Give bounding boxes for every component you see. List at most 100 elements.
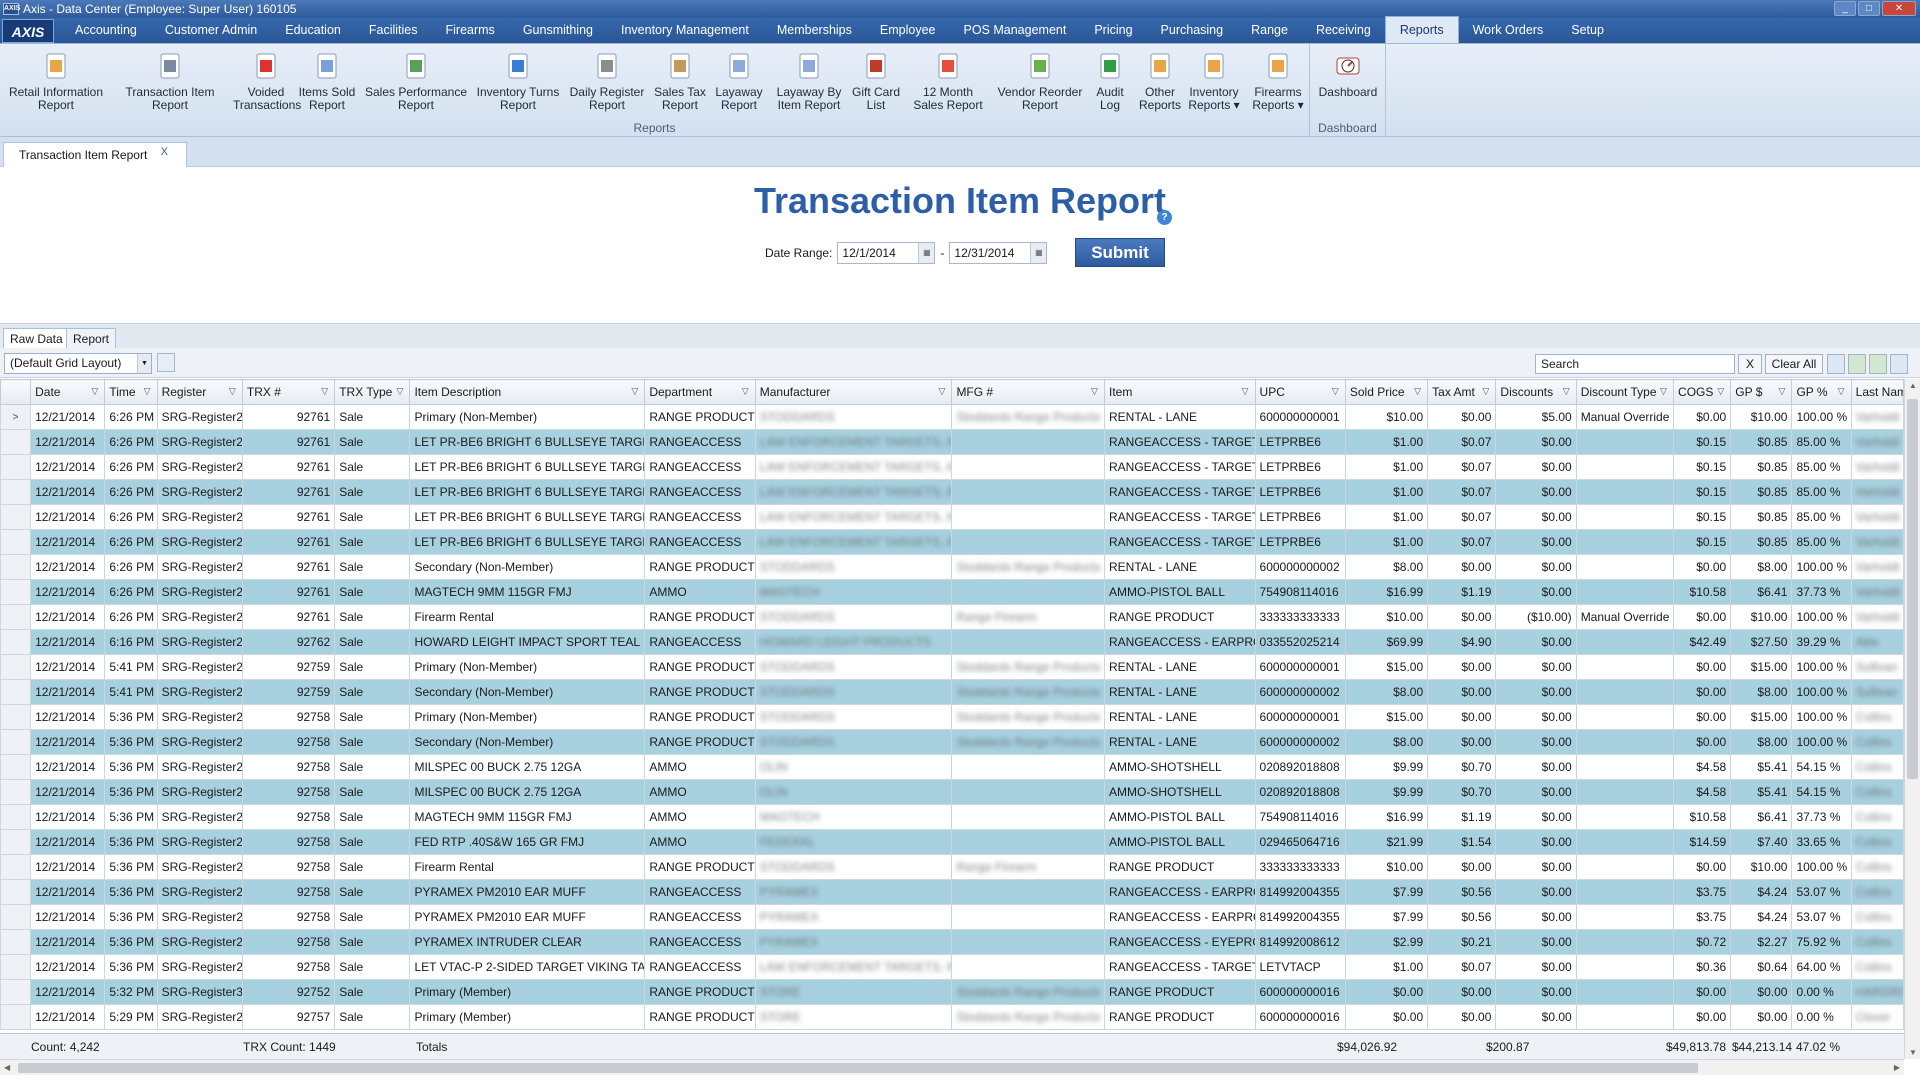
cell-upc[interactable]: 020892018808 <box>1254 754 1346 780</box>
cell-date[interactable]: 12/21/2014 <box>30 704 106 730</box>
cell-department[interactable]: RANGEACCESS <box>644 904 756 930</box>
cell-discount-type[interactable] <box>1575 554 1675 580</box>
cell-cogs[interactable]: $0.15 <box>1673 529 1732 555</box>
cell-gp-[interactable]: 64.00 % <box>1791 954 1852 980</box>
cell-item-description[interactable]: PYRAMEX PM2010 EAR MUFF <box>409 879 646 905</box>
menu-tab-employee[interactable]: Employee <box>866 17 950 43</box>
cell-gp-[interactable]: 37.73 % <box>1791 579 1852 605</box>
column-header-time[interactable]: Time ▽ <box>104 379 158 405</box>
cell-date[interactable]: 12/21/2014 <box>30 404 106 430</box>
cell-department[interactable]: AMMO <box>644 779 756 805</box>
column-header-register[interactable]: Register ▽ <box>156 379 243 405</box>
cell-sold-price[interactable]: $15.00 <box>1344 704 1429 730</box>
cell-last-nam[interactable]: Varholdt <box>1850 504 1904 530</box>
cell-trx-[interactable]: 92758 <box>241 754 336 780</box>
menu-tab-pos-management[interactable]: POS Management <box>949 17 1080 43</box>
cell-upc[interactable]: 814992004355 <box>1254 904 1346 930</box>
cell-gp-[interactable]: $4.24 <box>1730 904 1793 930</box>
cell-discount-type[interactable] <box>1575 754 1675 780</box>
table-row[interactable]: 12/21/2014 5:36 PM SRG-Register2 92758 Sale P… <box>0 879 1904 905</box>
column-header-cogs[interactable]: COGS ▽ <box>1673 379 1732 405</box>
cell-mfg-[interactable] <box>951 754 1105 780</box>
cell-item-description[interactable]: LET PR-BE6 BRIGHT 6 BULLSEYE TARGET <box>409 479 646 505</box>
calendar-icon[interactable]: ▦ <box>1030 243 1047 263</box>
cell-tax-amt[interactable]: $0.00 <box>1427 979 1497 1005</box>
cell-register[interactable]: SRG-Register2 <box>156 829 243 855</box>
cell-discounts[interactable]: $0.00 <box>1495 454 1577 480</box>
cell-time[interactable]: 5:36 PM <box>104 779 158 805</box>
cell-gp-[interactable]: $0.85 <box>1730 479 1793 505</box>
cell-time[interactable]: 6:26 PM <box>104 554 158 580</box>
cell-tax-amt[interactable]: $0.70 <box>1427 779 1497 805</box>
cell-trx-type[interactable]: Sale <box>334 654 411 680</box>
help-icon[interactable]: ? <box>1157 210 1172 225</box>
cell-upc[interactable]: LETPRBE6 <box>1254 504 1346 530</box>
cell-time[interactable]: 5:36 PM <box>104 754 158 780</box>
cell-trx-[interactable]: 92761 <box>241 429 336 455</box>
tab-report[interactable]: Report <box>66 328 117 349</box>
cell-item[interactable]: RANGE PRODUCT <box>1103 604 1256 630</box>
cell-date[interactable]: 12/21/2014 <box>30 854 106 880</box>
cell-manufacturer[interactable]: LAW ENFORCEMENT TARGETS, INC <box>754 479 953 505</box>
cell-trx-type[interactable]: Sale <box>334 804 411 830</box>
menu-tab-customer-admin[interactable]: Customer Admin <box>151 17 271 43</box>
cell-item[interactable]: RENTAL - LANE <box>1103 654 1256 680</box>
filter-icon[interactable]: ▽ <box>1717 386 1727 396</box>
row-indicator[interactable] <box>0 629 32 655</box>
filter-icon[interactable]: ▽ <box>229 386 239 396</box>
menu-tab-accounting[interactable]: Accounting <box>61 17 151 43</box>
cell-gp-[interactable]: $2.27 <box>1730 929 1793 955</box>
menu-tab-reports[interactable]: Reports <box>1384 16 1459 43</box>
cell-item[interactable]: RANGEACCESS - TARGETS <box>1103 454 1256 480</box>
cell-last-nam[interactable]: Varholdt <box>1850 554 1904 580</box>
search-input[interactable]: Search <box>1535 354 1735 374</box>
cell-manufacturer[interactable]: HOWARD LEIGHT PRODUCTS <box>754 629 953 655</box>
bar-chart-report-button[interactable]: Items Sold Report <box>294 50 360 112</box>
cell-last-nam[interactable]: Varholdt <box>1850 454 1904 480</box>
row-indicator[interactable] <box>0 579 32 605</box>
cell-discounts[interactable]: $0.00 <box>1495 529 1577 555</box>
cell-mfg-[interactable]: Stoddards Range Products <box>951 1004 1105 1030</box>
cell-time[interactable]: 5:41 PM <box>104 654 158 680</box>
cell-item[interactable]: RANGEACCESS - TARGETS <box>1103 504 1256 530</box>
cell-cogs[interactable]: $0.00 <box>1673 654 1732 680</box>
cell-register[interactable]: SRG-Register2 <box>156 629 243 655</box>
menu-tab-facilities[interactable]: Facilities <box>355 17 432 43</box>
cell-discounts[interactable]: $0.00 <box>1495 829 1577 855</box>
menu-tab-range[interactable]: Range <box>1237 17 1302 43</box>
cell-item[interactable]: RENTAL - LANE <box>1103 404 1256 430</box>
cell-time[interactable]: 6:26 PM <box>104 429 158 455</box>
cell-tax-amt[interactable]: $1.54 <box>1427 829 1497 855</box>
cell-trx-type[interactable]: Sale <box>334 1004 411 1030</box>
cell-item-description[interactable]: Primary (Member) <box>409 1004 646 1030</box>
cell-manufacturer[interactable]: LAW ENFORCEMENT TARGETS, INC <box>754 529 953 555</box>
cell-trx-type[interactable]: Sale <box>334 679 411 705</box>
cell-upc[interactable]: LETPRBE6 <box>1254 529 1346 555</box>
cell-discount-type[interactable] <box>1575 904 1675 930</box>
cell-cogs[interactable]: $0.15 <box>1673 429 1732 455</box>
cell-manufacturer[interactable]: OLIN <box>754 754 953 780</box>
cell-time[interactable]: 5:32 PM <box>104 979 158 1005</box>
cell-manufacturer[interactable]: MAGTECH <box>754 804 953 830</box>
cell-manufacturer[interactable]: STORE <box>754 1004 953 1030</box>
cell-mfg-[interactable]: Stoddards Range Products <box>951 704 1105 730</box>
cell-item-description[interactable]: MILSPEC 00 BUCK 2.75 12GA <box>409 779 646 805</box>
cell-trx-type[interactable]: Sale <box>334 429 411 455</box>
cell-gp-[interactable]: 85.00 % <box>1791 504 1852 530</box>
cell-item[interactable]: RANGEACCESS - EARPROT <box>1103 904 1256 930</box>
cell-trx-[interactable]: 92761 <box>241 529 336 555</box>
cell-discounts[interactable]: $0.00 <box>1495 954 1577 980</box>
cell-discount-type[interactable]: Manual Override <box>1575 404 1675 430</box>
cell-mfg-[interactable] <box>951 579 1105 605</box>
cell-trx-type[interactable]: Sale <box>334 829 411 855</box>
cell-last-nam[interactable]: Collins <box>1850 754 1904 780</box>
start-date-input[interactable]: 12/1/2014 ▦ <box>837 242 936 264</box>
menu-tab-memberships[interactable]: Memberships <box>763 17 866 43</box>
cell-item-description[interactable]: Primary (Member) <box>409 979 646 1005</box>
clear-all-button[interactable]: Clear All <box>1765 354 1823 374</box>
row-indicator[interactable] <box>0 779 32 805</box>
menu-tab-purchasing[interactable]: Purchasing <box>1147 17 1238 43</box>
cell-discount-type[interactable] <box>1575 654 1675 680</box>
row-indicator[interactable] <box>0 604 32 630</box>
table-row[interactable]: 12/21/2014 5:41 PM SRG-Register2 92759 Sale P… <box>0 654 1904 680</box>
